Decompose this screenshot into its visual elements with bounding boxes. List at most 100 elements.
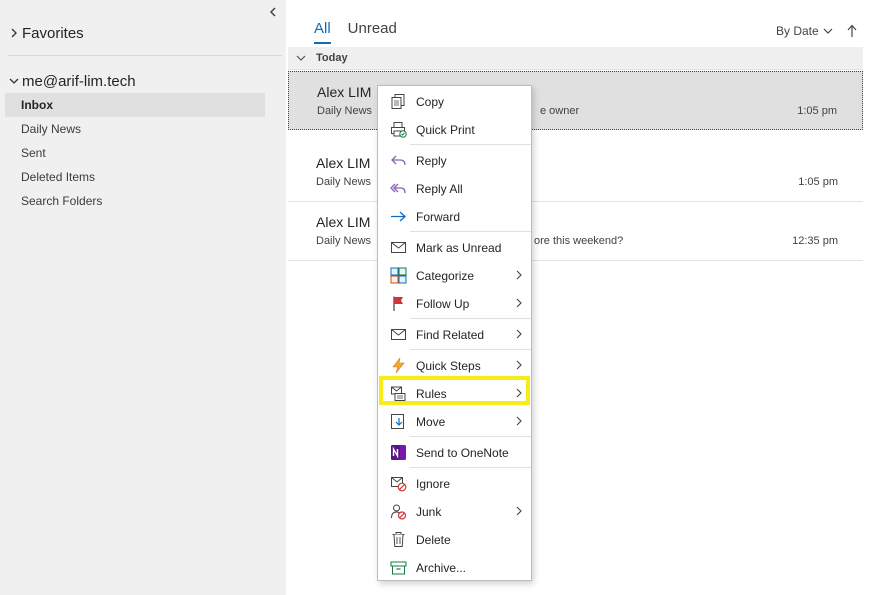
forward-icon — [391, 211, 406, 222]
message-time: 1:05 pm — [798, 176, 838, 188]
group-label: Today — [316, 52, 348, 64]
lightning-icon — [392, 357, 405, 374]
menu-separator — [410, 318, 531, 319]
print-icon — [391, 122, 407, 138]
outlook-window: Favorites me@arif-lim.tech Inbox Daily N… — [0, 0, 876, 595]
menu-separator — [410, 349, 531, 350]
sort-label: By Date — [776, 24, 819, 38]
menu-item-copy[interactable]: Copy — [379, 88, 531, 114]
ignore-icon — [391, 477, 407, 492]
sort-arrow-icon[interactable] — [847, 24, 857, 38]
menu-item-delete[interactable]: Delete — [379, 526, 531, 552]
menu-separator — [410, 436, 531, 437]
trash-icon — [392, 532, 405, 547]
favorites-header[interactable]: Favorites — [8, 22, 84, 44]
menu-item-move[interactable]: Move — [379, 408, 531, 434]
menu-item-categorize[interactable]: Categorize — [379, 262, 531, 288]
folder-daily-news[interactable]: Daily News — [5, 117, 265, 141]
group-header-today[interactable]: Today — [288, 47, 863, 70]
rules-icon — [391, 386, 406, 401]
menu-label: Follow Up — [416, 297, 470, 311]
menu-separator — [410, 144, 531, 145]
menu-item-archive[interactable]: Archive... — [379, 554, 531, 580]
filter-tabs: All Unread — [314, 20, 414, 44]
reply-all-icon — [390, 183, 406, 194]
folder-list: Inbox Daily News Sent Deleted Items Sear… — [5, 93, 265, 213]
menu-item-ignore[interactable]: Ignore — [379, 470, 531, 496]
envelope-icon — [391, 242, 406, 253]
folder-sent[interactable]: Sent — [5, 141, 265, 165]
message-sender: Alex LIM — [316, 214, 371, 230]
chevron-right-icon — [516, 506, 522, 516]
flag-icon — [393, 296, 403, 311]
menu-item-follow-up[interactable]: Follow Up — [379, 290, 531, 316]
message-preview: Daily News — [316, 235, 372, 247]
menu-label: Copy — [416, 95, 445, 109]
junk-icon — [391, 504, 407, 520]
menu-item-find-related[interactable]: Find Related — [379, 321, 531, 347]
favorites-label: Favorites — [22, 24, 84, 42]
message-item[interactable]: Alex LIM Daily News e owner 1:05 pm — [288, 71, 863, 130]
menu-label: Mark as Unread — [416, 241, 502, 255]
menu-item-send-onenote[interactable]: Send to OneNote — [379, 439, 531, 465]
message-sender: Alex LIM — [316, 155, 371, 171]
chevron-right-icon — [516, 270, 522, 280]
context-menu: Copy Quick Print Reply Reply All Forward… — [377, 85, 532, 581]
folder-deleted-items[interactable]: Deleted Items — [5, 165, 265, 189]
account-label: me@arif-lim.tech — [22, 72, 136, 90]
message-time: 12:35 pm — [792, 235, 838, 247]
menu-item-junk[interactable]: Junk — [379, 498, 531, 524]
menu-label: Forward — [416, 210, 461, 224]
menu-label: Reply — [416, 154, 447, 168]
tab-all[interactable]: All — [314, 20, 331, 44]
message-preview: Daily News — [316, 176, 372, 188]
account-header[interactable]: me@arif-lim.tech — [8, 70, 136, 92]
menu-item-reply[interactable]: Reply — [379, 147, 531, 173]
chevron-right-icon — [516, 388, 522, 398]
sort-dropdown[interactable]: By Date — [776, 24, 833, 38]
chevron-down-icon — [9, 78, 19, 84]
menu-item-quick-print[interactable]: Quick Print — [379, 116, 531, 142]
message-time: 1:05 pm — [797, 105, 837, 117]
chevron-right-icon — [516, 298, 522, 308]
copy-icon — [391, 94, 405, 109]
move-icon — [391, 414, 404, 429]
chevron-down-icon — [823, 28, 833, 34]
menu-label: Send to OneNote — [416, 446, 509, 460]
chevron-right-icon — [516, 329, 522, 339]
message-sender: Alex LIM — [317, 84, 372, 100]
menu-label: Reply All — [416, 182, 463, 196]
menu-item-quick-steps[interactable]: Quick Steps — [379, 352, 531, 378]
menu-item-mark-unread[interactable]: Mark as Unread — [379, 234, 531, 260]
message-preview-tail: e owner — [540, 105, 580, 117]
categorize-icon — [390, 267, 407, 284]
folder-search-folders[interactable]: Search Folders — [5, 189, 265, 213]
menu-label: Archive... — [416, 561, 467, 575]
chevron-right-icon — [516, 360, 522, 370]
menu-label: Quick Steps — [416, 359, 481, 373]
onenote-icon — [391, 445, 406, 460]
message-preview-tail: ore this weekend? — [534, 235, 624, 247]
message-item[interactable]: Alex LIM Daily News ore this weekend? 12… — [288, 202, 863, 261]
menu-label: Ignore — [416, 477, 451, 491]
menu-separator — [410, 467, 531, 468]
message-list-pane: All Unread By Date Today Alex LIM Daily … — [286, 0, 876, 595]
find-related-icon — [391, 329, 406, 340]
menu-item-reply-all[interactable]: Reply All — [379, 175, 531, 201]
chevron-right-icon — [11, 28, 17, 38]
folder-pane: Favorites me@arif-lim.tech Inbox Daily N… — [0, 0, 286, 595]
menu-label: Junk — [416, 505, 442, 519]
tab-unread[interactable]: Unread — [348, 20, 397, 44]
chevron-left-icon[interactable] — [266, 4, 280, 20]
menu-label: Quick Print — [416, 123, 475, 137]
menu-label: Categorize — [416, 269, 475, 283]
menu-item-rules[interactable]: Rules — [379, 380, 531, 406]
reply-icon — [391, 155, 406, 166]
folder-inbox[interactable]: Inbox — [5, 93, 265, 117]
chevron-right-icon — [516, 416, 522, 426]
archive-icon — [390, 561, 407, 575]
menu-item-forward[interactable]: Forward — [379, 203, 531, 229]
menu-label: Find Related — [416, 328, 485, 342]
menu-label: Move — [416, 415, 446, 429]
message-item[interactable]: Alex LIM Daily News 1:05 pm — [288, 143, 863, 202]
